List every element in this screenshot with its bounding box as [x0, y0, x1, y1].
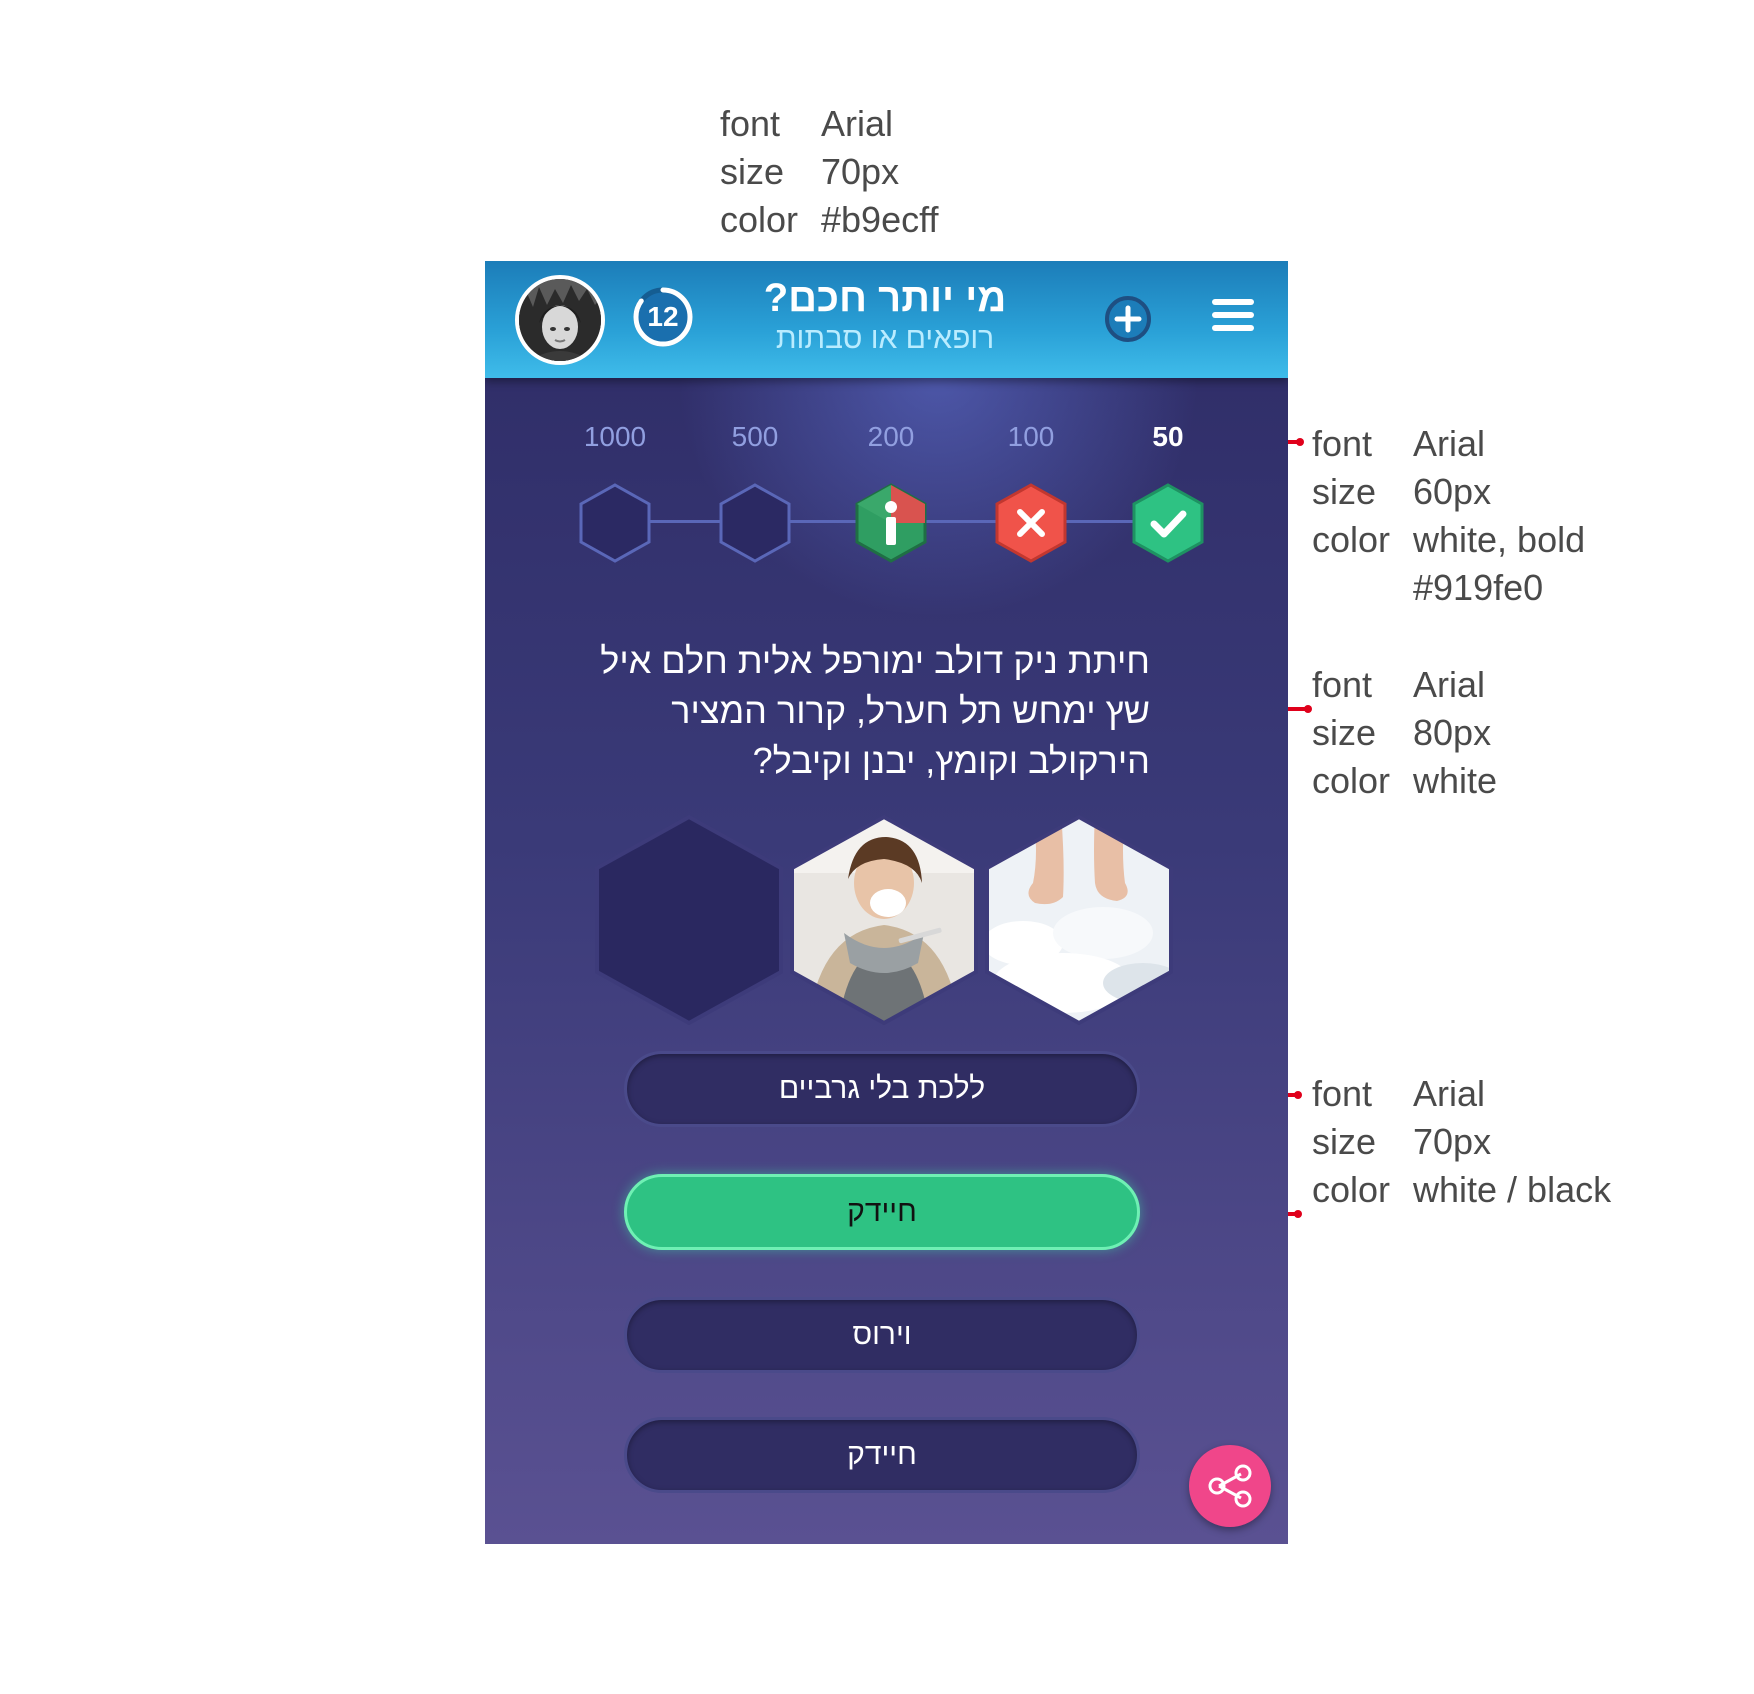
spec-value-size: 70px — [821, 151, 900, 192]
spec-value-color: white, bold — [1413, 519, 1586, 560]
spec-label-font: font — [1312, 1073, 1373, 1114]
spec-answers: font Arial size 70px color white / black — [1312, 1070, 1611, 1214]
menu-icon-bar — [1212, 325, 1254, 331]
spec-label-color: color — [1312, 1169, 1391, 1210]
empty-image-hex-icon — [595, 814, 783, 1026]
hamburger-menu-button[interactable] — [1212, 299, 1254, 335]
spec-title: font Arial size 70px color #b9ecff — [720, 100, 938, 244]
spec-value-size: 70px — [1413, 1121, 1492, 1162]
sneezing-woman-image[interactable] — [788, 813, 980, 1027]
share-icon — [1208, 1464, 1252, 1508]
question-text: חיתת ניק דולב ימורפל אלית חלם איל שץ ימח… — [600, 640, 1150, 781]
spec-label-font: font — [1312, 423, 1373, 464]
spec-value-size: 80px — [1413, 712, 1492, 753]
menu-icon-bar — [1212, 312, 1254, 318]
level-label-200: 200 — [867, 421, 915, 452]
feet-in-snow-image[interactable] — [983, 813, 1175, 1027]
correct-answer-icon — [1132, 483, 1204, 563]
app-header: 12 מי יותר חכם? רופאים או סבתות — [485, 261, 1288, 378]
spec-question: font Arial size 80px color white — [1312, 661, 1497, 805]
answer-option-4[interactable]: חיידק — [624, 1417, 1140, 1493]
wrong-answer-icon — [995, 483, 1067, 563]
spec-value-color-2: #919fe0 — [1413, 567, 1544, 608]
question-timer: 12 — [632, 286, 694, 348]
answer-option-2-correct[interactable]: חיידק — [624, 1174, 1140, 1250]
level-empty-hex-icon — [719, 483, 791, 563]
spec-value-font: Arial — [1413, 664, 1486, 705]
plus-icon — [1105, 296, 1151, 342]
level-label-100: 100 — [1007, 421, 1055, 452]
spec-levels: font Arial size 60px color white, bold #919… — [1312, 420, 1585, 612]
spec-value-font: Arial — [821, 103, 894, 144]
user-avatar[interactable] — [515, 275, 605, 365]
spec-label-color: color — [1312, 519, 1391, 560]
info-hint-icon — [855, 483, 927, 563]
level-label-500: 500 — [731, 421, 779, 452]
share-button[interactable] — [1189, 1445, 1271, 1527]
game-screen: 12 מי יותר חכם? רופאים או סבתות 1000 500… — [485, 261, 1288, 1544]
spec-label-font: font — [1312, 664, 1373, 705]
answer-option-3[interactable]: וירוס — [624, 1297, 1140, 1373]
level-label-50: 50 — [1152, 421, 1184, 452]
app-subtitle: רופאים או סבתות — [775, 322, 995, 355]
answer-option-1[interactable]: ללכת בלי גרביים — [624, 1051, 1140, 1127]
add-button[interactable] — [1103, 294, 1153, 344]
spec-value-font: Arial — [1413, 423, 1486, 464]
spec-label-size: size — [1312, 712, 1377, 753]
level-label-1000: 1000 — [583, 421, 647, 452]
spec-label-size: size — [1312, 1121, 1377, 1162]
level-empty-hex-icon — [579, 483, 651, 563]
app-title: מי יותר חכם? — [763, 276, 1007, 320]
avatar-portrait-icon — [519, 279, 601, 361]
spec-value-color: white — [1413, 760, 1498, 801]
timer-count: 12 — [647, 301, 679, 332]
spec-label-color: color — [720, 199, 799, 240]
spec-label-font: font — [720, 103, 781, 144]
spec-value-font: Arial — [1413, 1073, 1486, 1114]
spec-label-size: size — [720, 151, 785, 192]
menu-icon-bar — [1212, 299, 1254, 305]
spec-value-size: 60px — [1413, 471, 1492, 512]
spec-value-color: white / black — [1413, 1169, 1612, 1210]
spec-label-size: size — [1312, 471, 1377, 512]
spec-value-color: #b9ecff — [821, 199, 939, 240]
spec-label-color: color — [1312, 760, 1391, 801]
